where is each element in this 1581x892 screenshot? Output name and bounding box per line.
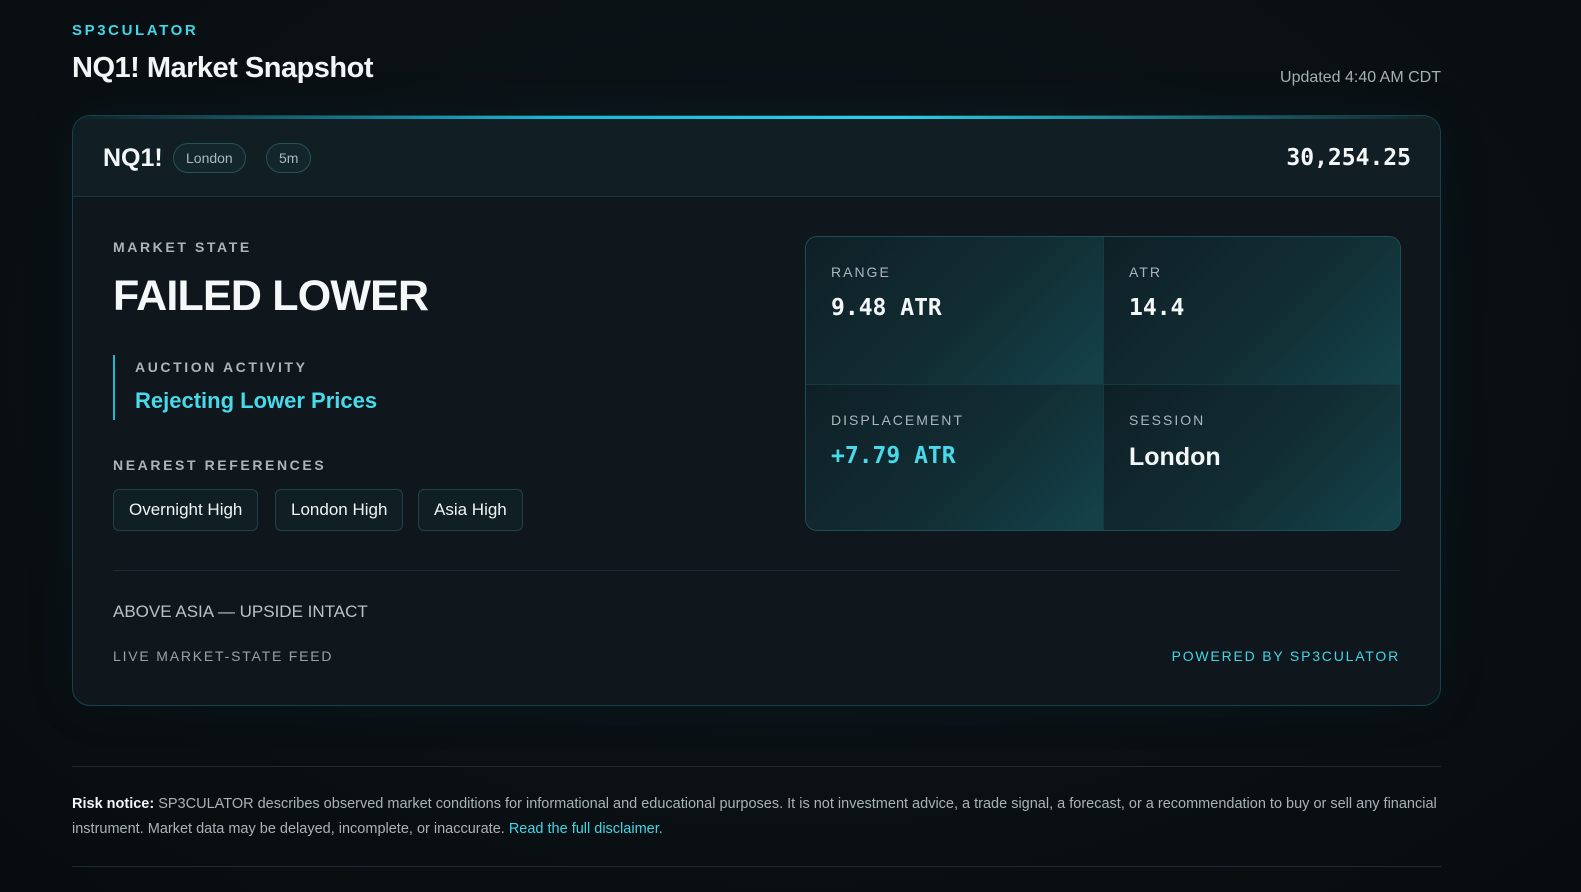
- metric-atr: ATR 14.4: [1103, 237, 1400, 384]
- risk-notice: Risk notice: SP3CULATOR describes observ…: [72, 792, 1441, 842]
- metric-value: 9.48 ATR: [831, 295, 942, 321]
- divider: [72, 866, 1441, 867]
- brand-label: SP3CULATOR: [72, 22, 199, 39]
- metrics-grid: RANGE 9.48 ATR ATR 14.4 DISPLACEMENT +7.…: [805, 236, 1401, 531]
- risk-notice-heading: Risk notice:: [72, 796, 155, 812]
- auction-activity-value: Rejecting Lower Prices: [135, 388, 378, 413]
- divider: [72, 766, 1441, 767]
- reference-chip-asia-high: Asia High: [418, 489, 523, 531]
- metric-session: SESSION London: [1103, 383, 1400, 530]
- card-divider: [113, 570, 1400, 571]
- metric-value: London: [1129, 442, 1221, 471]
- metric-displacement: DISPLACEMENT +7.79 ATR: [806, 383, 1103, 530]
- price-value: 30,254.25: [1286, 145, 1411, 171]
- risk-notice-text: SP3CULATOR describes observed market con…: [72, 796, 1437, 837]
- snapshot-card: NQ1! London 5m 30,254.25 MARKET STATE FA…: [72, 115, 1441, 706]
- feed-label: LIVE MARKET-STATE FEED: [113, 648, 334, 664]
- metric-label: ATR: [1129, 264, 1162, 280]
- metric-label: DISPLACEMENT: [831, 411, 964, 428]
- disclaimer-link[interactable]: Read the full disclaimer.: [509, 821, 663, 837]
- auction-activity-block: AUCTION ACTIVITY Rejecting Lower Prices: [113, 355, 377, 420]
- nearest-references-label: NEAREST REFERENCES: [113, 457, 327, 473]
- card-header: NQ1! London 5m 30,254.25: [73, 116, 1440, 197]
- timeframe-pill: 5m: [266, 143, 312, 173]
- powered-by-link[interactable]: POWERED BY SP3CULATOR: [1172, 648, 1400, 664]
- metric-label: SESSION: [1129, 411, 1206, 428]
- page-title: NQ1! Market Snapshot: [72, 52, 374, 84]
- card-accent-line: [73, 116, 1440, 119]
- market-state-value: FAILED LOWER: [113, 272, 429, 320]
- metric-label: RANGE: [831, 264, 891, 280]
- market-summary: ABOVE ASIA — UPSIDE INTACT: [113, 602, 368, 621]
- reference-chip-overnight-high: Overnight High: [113, 489, 259, 531]
- metric-value: +7.79 ATR: [831, 442, 956, 469]
- metric-value: 14.4: [1129, 295, 1185, 321]
- reference-chip-london-high: London High: [275, 489, 404, 531]
- session-pill: London: [173, 143, 246, 173]
- metric-range: RANGE 9.48 ATR: [806, 237, 1103, 384]
- symbol-label: NQ1!: [103, 144, 163, 172]
- auction-activity-label: AUCTION ACTIVITY: [135, 359, 308, 375]
- market-state-label: MARKET STATE: [113, 239, 252, 255]
- updated-timestamp: Updated 4:40 AM CDT: [1280, 69, 1441, 86]
